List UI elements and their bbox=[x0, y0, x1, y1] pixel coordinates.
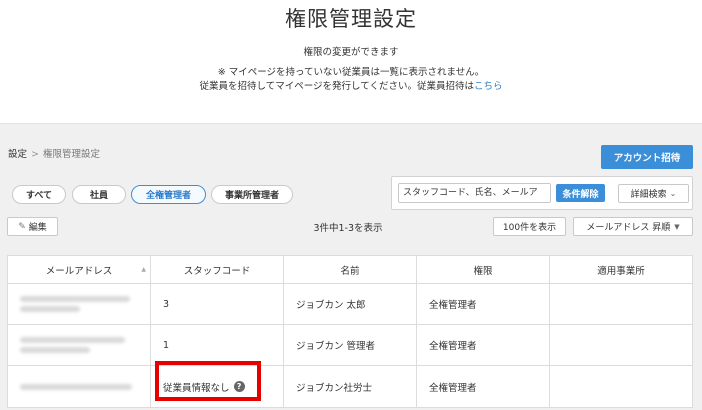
blurred-email bbox=[20, 337, 125, 353]
staff-code-cell: 従業員情報なし ? bbox=[151, 366, 284, 407]
result-count: 3件中1-3を表示 bbox=[313, 223, 383, 234]
table-header-row: メールアドレス ▲ スタッフコード 名前 権限 適用事業所 bbox=[8, 256, 692, 284]
sort-select[interactable]: メールアドレス 昇順 ▼ bbox=[573, 217, 693, 236]
office-cell bbox=[550, 366, 692, 407]
table-row[interactable]: 従業員情報なし ? ジョブカン社労士 全権管理者 bbox=[8, 366, 692, 407]
filter-pill-full-admin[interactable]: 全権管理者 bbox=[131, 185, 206, 204]
role-cell: 全権管理者 bbox=[417, 366, 550, 407]
name-cell: ジョブカン 管理者 bbox=[284, 325, 417, 365]
notice-line-2-text: 従業員を招待してマイページを発行してください。従業員招待は bbox=[199, 81, 474, 92]
email-cell-blurred bbox=[8, 284, 151, 324]
staff-code-cell: 3 bbox=[151, 284, 284, 324]
role-cell: 全権管理者 bbox=[417, 284, 550, 324]
search-panel: 条件解除 詳細検索 ⌄ bbox=[391, 176, 693, 210]
column-header-email[interactable]: メールアドレス ▲ bbox=[8, 256, 151, 283]
no-employee-info-text: 従業員情報なし bbox=[163, 382, 230, 394]
detail-search-button[interactable]: 詳細検索 ⌄ bbox=[618, 184, 689, 203]
column-header-office: 適用事業所 bbox=[597, 265, 645, 277]
page-subtitle: 権限の変更ができます bbox=[303, 47, 399, 58]
column-header-name: 名前 bbox=[284, 256, 417, 283]
sort-label: メールアドレス 昇順 bbox=[586, 223, 671, 233]
filter-pill-office-admin[interactable]: 事業所管理者 bbox=[211, 185, 293, 204]
chevron-down-icon: ⌄ bbox=[669, 189, 677, 198]
role-cell: 全権管理者 bbox=[417, 325, 550, 365]
breadcrumb-settings[interactable]: 設定 bbox=[8, 149, 27, 160]
blurred-email bbox=[20, 383, 132, 390]
account-invite-button[interactable]: アカウント招待 bbox=[601, 145, 693, 169]
blurred-email bbox=[20, 296, 130, 312]
chevron-right-icon: > bbox=[31, 149, 39, 160]
breadcrumb: 設定 > 権限管理設定 bbox=[8, 146, 100, 160]
edit-label: 編集 bbox=[28, 223, 47, 233]
column-header-email-label: メールアドレス bbox=[45, 265, 113, 277]
table-row[interactable]: 3 ジョブカン 太郎 全権管理者 bbox=[8, 284, 692, 325]
detail-search-label: 詳細検索 bbox=[630, 190, 667, 200]
pencil-icon: ✎ bbox=[18, 221, 26, 232]
breadcrumb-current: 権限管理設定 bbox=[42, 149, 100, 160]
permissions-table: メールアドレス ▲ スタッフコード 名前 権限 適用事業所 3 ジョブカン 太郎… bbox=[7, 255, 693, 408]
office-cell bbox=[550, 325, 692, 365]
question-circle-icon[interactable]: ? bbox=[233, 381, 245, 392]
column-header-staff-code: スタッフコード bbox=[151, 256, 284, 283]
page-title: 権限管理設定 bbox=[285, 7, 417, 31]
email-cell-blurred bbox=[8, 366, 151, 407]
page-header: 権限管理設定 権限の変更ができます ※ マイページを持っていない従業員は一覧に表… bbox=[0, 0, 702, 124]
sort-indicator-icon: ▲ bbox=[141, 266, 146, 273]
column-header-role: 権限 bbox=[417, 256, 550, 283]
filter-pill-all[interactable]: すべて bbox=[12, 185, 66, 204]
triangle-down-icon: ▼ bbox=[674, 222, 680, 231]
notice-line-2: 従業員を招待してマイページを発行してください。従業員招待はこちら bbox=[0, 78, 702, 92]
edit-button[interactable]: ✎ 編集 bbox=[7, 217, 58, 236]
search-input[interactable] bbox=[398, 183, 551, 203]
per-page-button[interactable]: 100件を表示 bbox=[493, 217, 566, 236]
filter-pill-employee[interactable]: 社員 bbox=[72, 185, 126, 204]
staff-code-cell: 1 bbox=[151, 325, 284, 365]
clear-conditions-button[interactable]: 条件解除 bbox=[556, 184, 605, 202]
table-row[interactable]: 1 ジョブカン 管理者 全権管理者 bbox=[8, 325, 692, 366]
email-cell-blurred bbox=[8, 325, 151, 365]
invite-link[interactable]: こちら bbox=[474, 81, 503, 92]
notice-line-1: ※ マイページを持っていない従業員は一覧に表示されません。 bbox=[217, 67, 485, 78]
name-cell: ジョブカン 太郎 bbox=[284, 284, 417, 324]
office-cell bbox=[550, 284, 692, 324]
name-cell: ジョブカン社労士 bbox=[284, 366, 417, 407]
